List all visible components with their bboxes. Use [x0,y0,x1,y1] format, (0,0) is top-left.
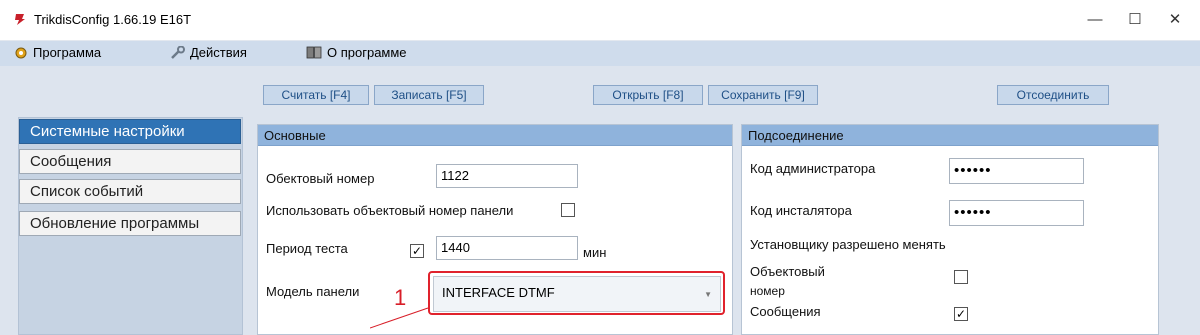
menu-about-label: О программе [327,45,407,60]
menu-actions[interactable]: Действия [170,45,247,60]
object-number-label: Обектовый номер [266,171,375,186]
test-period-input[interactable]: 1440 [436,236,578,260]
app-logo-icon [15,14,25,25]
basic-panel-title: Основные [258,125,732,146]
save-button[interactable]: Сохранить [F9] [708,85,818,105]
admin-code-label: Код администратора [750,161,876,176]
wrench-icon [171,45,185,59]
installer-code-input[interactable]: •••••• [949,200,1084,226]
callout-line [370,307,429,329]
menu-program-label: Программа [33,45,102,60]
book-icon [306,46,322,59]
object-number-option-label: Объектовый [750,264,825,279]
test-period-label: Период теста [266,241,348,256]
use-panel-number-label: Использовать объектовый номер панели [266,203,514,218]
messages-checkbox[interactable]: ✓ [954,307,968,321]
write-button[interactable]: Записать [F5] [374,85,484,105]
panel-model-label: Модель панели [266,284,360,299]
gear-icon [15,47,27,58]
minimize-button[interactable]: — [1080,8,1110,32]
open-button[interactable]: Открыть [F8] [593,85,703,105]
menu-about[interactable]: О программе [306,45,407,60]
use-panel-number-checkbox[interactable] [561,203,575,217]
sidebar-item-messages[interactable]: Сообщения [19,149,241,174]
messages-option-label: Сообщения [750,304,821,319]
installer-code-label: Код инсталятора [750,203,852,218]
object-number-option-label-line2: номер [750,284,785,298]
sidebar-item-firmware-update[interactable]: Обновление программы [19,211,241,236]
installer-allowed-label: Установщику разрешено менять [750,237,946,252]
sidebar-item-system-settings[interactable]: Системные настройки [19,119,241,144]
maximize-button[interactable]: ☐ [1120,8,1150,32]
menu-actions-label: Действия [190,45,247,60]
sidebar-item-event-list[interactable]: Список событий [19,179,241,204]
window-title: TrikdisConfig 1.66.19 E16T [34,12,192,27]
menu-program[interactable]: Программа [14,45,101,60]
highlight-box [428,271,725,315]
object-number-input[interactable]: 1122 [436,164,578,188]
test-period-checkbox[interactable]: ✓ [410,244,424,258]
menu-bar: Программа Действия О программе [0,40,1200,66]
connection-panel-title: Подсоединение [742,125,1158,146]
admin-code-input[interactable]: •••••• [949,158,1084,184]
object-number-checkbox[interactable] [954,270,968,284]
disconnect-button[interactable]: Отсоединить [997,85,1109,105]
close-button[interactable]: ✕ [1160,8,1190,32]
test-period-unit: мин [583,245,607,260]
read-button[interactable]: Считать [F4] [263,85,369,105]
title-bar: TrikdisConfig 1.66.19 E16T — ☐ ✕ [0,0,1200,40]
